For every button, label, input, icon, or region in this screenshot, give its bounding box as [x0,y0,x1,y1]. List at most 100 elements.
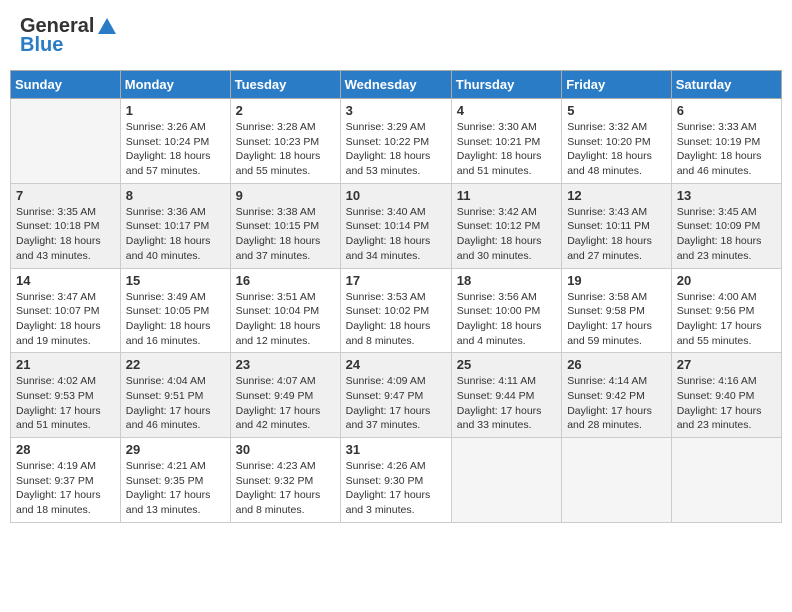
day-number: 30 [236,442,335,457]
calendar-cell: 23 Sunrise: 4:07 AM Sunset: 9:49 PM Dayli… [230,353,340,438]
day-number: 23 [236,357,335,372]
cell-sun-info: Sunrise: 3:53 AM Sunset: 10:02 PM Daylig… [346,290,446,349]
cell-sun-info: Sunrise: 3:30 AM Sunset: 10:21 PM Daylig… [457,120,556,179]
calendar-cell: 22 Sunrise: 4:04 AM Sunset: 9:51 PM Dayli… [120,353,230,438]
calendar-cell: 3 Sunrise: 3:29 AM Sunset: 10:22 PM Dayli… [340,99,451,184]
calendar-cell: 15Sunrise: 3:49 AM Sunset: 10:05 PM Dayl… [120,268,230,353]
calendar-cell: 25 Sunrise: 4:11 AM Sunset: 9:44 PM Dayli… [451,353,561,438]
calendar-cell: 13Sunrise: 3:45 AM Sunset: 10:09 PM Dayl… [671,183,781,268]
cell-sun-info: Sunrise: 3:40 AM Sunset: 10:14 PM Daylig… [346,205,446,264]
cell-sun-info: Sunrise: 4:07 AM Sunset: 9:49 PM Dayligh… [236,374,335,433]
calendar-cell: 1 Sunrise: 3:26 AM Sunset: 10:24 PM Dayli… [120,99,230,184]
calendar-cell: 5Sunrise: 3:32 AM Sunset: 10:20 PM Dayli… [562,99,672,184]
day-number: 26 [567,357,666,372]
day-number: 18 [457,273,556,288]
cell-sun-info: Sunrise: 3:45 AM Sunset: 10:09 PM Daylig… [677,205,776,264]
header-saturday: Saturday [671,71,781,99]
calendar-cell: 6 Sunrise: 3:33 AM Sunset: 10:19 PM Dayli… [671,99,781,184]
cell-sun-info: Sunrise: 4:04 AM Sunset: 9:51 PM Dayligh… [126,374,225,433]
calendar-cell: 18Sunrise: 3:56 AM Sunset: 10:00 PM Dayl… [451,268,561,353]
calendar-cell: 29 Sunrise: 4:21 AM Sunset: 9:35 PM Dayli… [120,438,230,523]
logo: General Blue [20,15,118,57]
day-number: 22 [126,357,225,372]
calendar-cell: 31 Sunrise: 4:26 AM Sunset: 9:30 PM Dayli… [340,438,451,523]
logo-blue: Blue [20,34,63,57]
calendar-cell: 16Sunrise: 3:51 AM Sunset: 10:04 PM Dayl… [230,268,340,353]
header-sunday: Sunday [11,71,121,99]
calendar-week-2: 7 Sunrise: 3:35 AM Sunset: 10:18 PM Dayli… [11,183,782,268]
cell-sun-info: Sunrise: 3:47 AM Sunset: 10:07 PM Daylig… [16,290,115,349]
calendar-week-1: 1 Sunrise: 3:26 AM Sunset: 10:24 PM Dayli… [11,99,782,184]
day-number: 20 [677,273,776,288]
calendar-table: SundayMondayTuesdayWednesdayThursdayFrid… [10,70,782,523]
calendar-cell: 21Sunrise: 4:02 AM Sunset: 9:53 PM Dayli… [11,353,121,438]
calendar-cell [11,99,121,184]
day-number: 6 [677,103,776,118]
calendar-cell: 8Sunrise: 3:36 AM Sunset: 10:17 PM Dayli… [120,183,230,268]
calendar-cell: 7 Sunrise: 3:35 AM Sunset: 10:18 PM Dayli… [11,183,121,268]
calendar-cell: 20 Sunrise: 4:00 AM Sunset: 9:56 PM Dayli… [671,268,781,353]
day-number: 25 [457,357,556,372]
day-number: 11 [457,188,556,203]
cell-sun-info: Sunrise: 4:21 AM Sunset: 9:35 PM Dayligh… [126,459,225,518]
calendar-cell: 4 Sunrise: 3:30 AM Sunset: 10:21 PM Dayli… [451,99,561,184]
header-wednesday: Wednesday [340,71,451,99]
calendar-cell [671,438,781,523]
calendar-cell: 10 Sunrise: 3:40 AM Sunset: 10:14 PM Dayl… [340,183,451,268]
cell-sun-info: Sunrise: 3:43 AM Sunset: 10:11 PM Daylig… [567,205,666,264]
day-number: 28 [16,442,115,457]
day-number: 31 [346,442,446,457]
cell-sun-info: Sunrise: 4:00 AM Sunset: 9:56 PM Dayligh… [677,290,776,349]
day-number: 3 [346,103,446,118]
page-header: General Blue [10,10,782,62]
cell-sun-info: Sunrise: 3:33 AM Sunset: 10:19 PM Daylig… [677,120,776,179]
cell-sun-info: Sunrise: 3:36 AM Sunset: 10:17 PM Daylig… [126,205,225,264]
day-number: 9 [236,188,335,203]
calendar-cell: 24Sunrise: 4:09 AM Sunset: 9:47 PM Dayli… [340,353,451,438]
calendar-cell: 27Sunrise: 4:16 AM Sunset: 9:40 PM Dayli… [671,353,781,438]
day-number: 12 [567,188,666,203]
day-number: 17 [346,273,446,288]
cell-sun-info: Sunrise: 4:19 AM Sunset: 9:37 PM Dayligh… [16,459,115,518]
calendar-cell [562,438,672,523]
calendar-cell: 2Sunrise: 3:28 AM Sunset: 10:23 PM Dayli… [230,99,340,184]
cell-sun-info: Sunrise: 3:26 AM Sunset: 10:24 PM Daylig… [126,120,225,179]
calendar-cell [451,438,561,523]
calendar-cell: 19 Sunrise: 3:58 AM Sunset: 9:58 PM Dayli… [562,268,672,353]
cell-sun-info: Sunrise: 3:58 AM Sunset: 9:58 PM Dayligh… [567,290,666,349]
day-number: 19 [567,273,666,288]
calendar-week-5: 28 Sunrise: 4:19 AM Sunset: 9:37 PM Dayli… [11,438,782,523]
day-number: 29 [126,442,225,457]
calendar-cell: 30Sunrise: 4:23 AM Sunset: 9:32 PM Dayli… [230,438,340,523]
calendar-cell: 12 Sunrise: 3:43 AM Sunset: 10:11 PM Dayl… [562,183,672,268]
header-thursday: Thursday [451,71,561,99]
day-number: 27 [677,357,776,372]
cell-sun-info: Sunrise: 3:42 AM Sunset: 10:12 PM Daylig… [457,205,556,264]
day-number: 21 [16,357,115,372]
calendar-cell: 14 Sunrise: 3:47 AM Sunset: 10:07 PM Dayl… [11,268,121,353]
cell-sun-info: Sunrise: 3:35 AM Sunset: 10:18 PM Daylig… [16,205,115,264]
calendar-cell: 26 Sunrise: 4:14 AM Sunset: 9:42 PM Dayli… [562,353,672,438]
day-number: 7 [16,188,115,203]
cell-sun-info: Sunrise: 3:51 AM Sunset: 10:04 PM Daylig… [236,290,335,349]
day-number: 10 [346,188,446,203]
header-tuesday: Tuesday [230,71,340,99]
day-number: 1 [126,103,225,118]
day-number: 24 [346,357,446,372]
day-number: 2 [236,103,335,118]
logo-icon [96,16,118,38]
calendar-cell: 9Sunrise: 3:38 AM Sunset: 10:15 PM Dayli… [230,183,340,268]
cell-sun-info: Sunrise: 3:32 AM Sunset: 10:20 PM Daylig… [567,120,666,179]
day-number: 4 [457,103,556,118]
day-number: 14 [16,273,115,288]
calendar-cell: 17 Sunrise: 3:53 AM Sunset: 10:02 PM Dayl… [340,268,451,353]
cell-sun-info: Sunrise: 4:14 AM Sunset: 9:42 PM Dayligh… [567,374,666,433]
cell-sun-info: Sunrise: 3:29 AM Sunset: 10:22 PM Daylig… [346,120,446,179]
calendar-cell: 28 Sunrise: 4:19 AM Sunset: 9:37 PM Dayli… [11,438,121,523]
header-monday: Monday [120,71,230,99]
cell-sun-info: Sunrise: 4:11 AM Sunset: 9:44 PM Dayligh… [457,374,556,433]
calendar-header-row: SundayMondayTuesdayWednesdayThursdayFrid… [11,71,782,99]
header-friday: Friday [562,71,672,99]
cell-sun-info: Sunrise: 4:26 AM Sunset: 9:30 PM Dayligh… [346,459,446,518]
calendar-cell: 11 Sunrise: 3:42 AM Sunset: 10:12 PM Dayl… [451,183,561,268]
